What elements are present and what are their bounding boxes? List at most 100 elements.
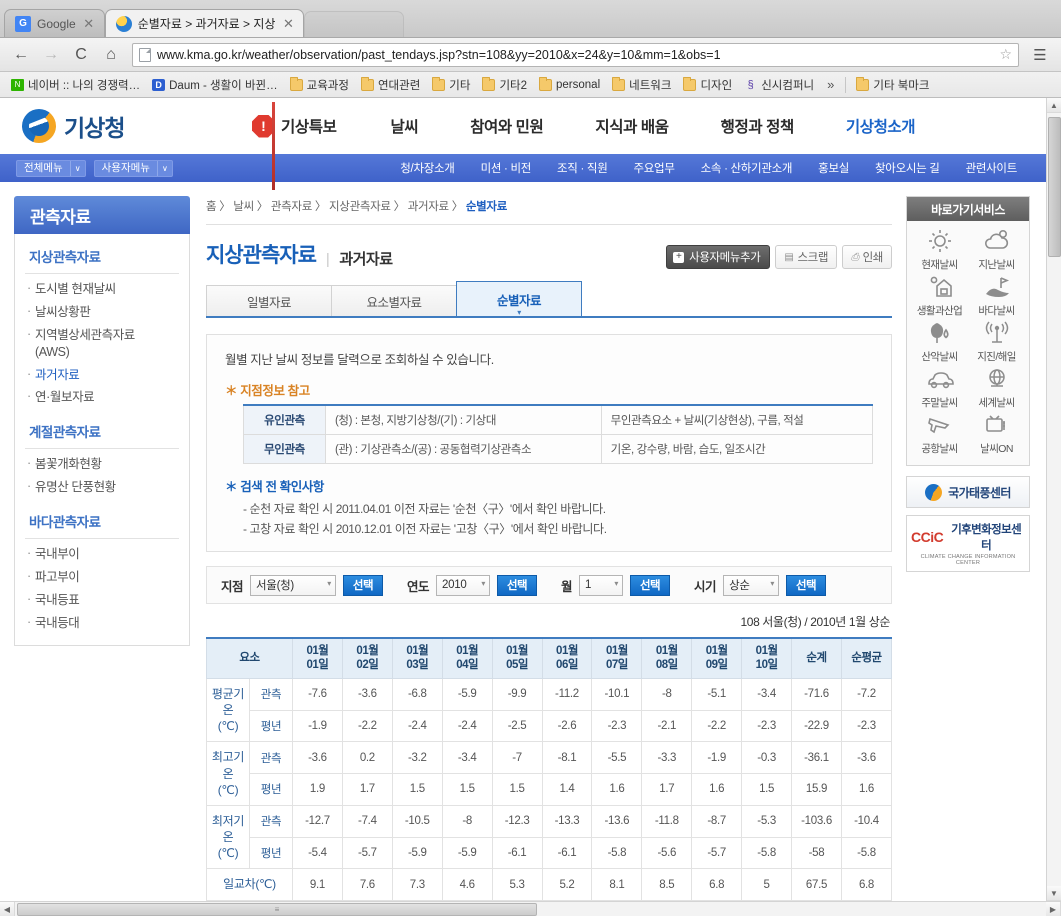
bookmark-item[interactable]: 기타2 xyxy=(477,75,532,95)
bookmark-item[interactable]: 교육과정 xyxy=(285,75,354,95)
scrap-button[interactable]: ▤ 스크랩 xyxy=(775,245,838,269)
shortcut-earthquake-tsunami[interactable]: 지진/해일 xyxy=(968,320,1025,364)
bookmark-star-icon[interactable]: ☆ xyxy=(999,46,1012,63)
sidebar-item-weather-board[interactable]: 날씨상황판 xyxy=(15,301,189,324)
bookmark-item[interactable]: personal xyxy=(534,76,605,93)
subnav-item-commissioner[interactable]: 청/차장소개 xyxy=(387,160,467,176)
new-tab-button[interactable] xyxy=(304,11,405,37)
shortcut-weekend-weather[interactable]: 주말날씨 xyxy=(911,366,968,410)
subnav-item-organization[interactable]: 조직 · 직원 xyxy=(544,160,620,176)
tab-element-data[interactable]: 요소별자료 xyxy=(331,285,457,316)
sidebar-item-annual-monthly[interactable]: 연·월보자료 xyxy=(15,386,189,409)
site-logo[interactable]: 기상청 xyxy=(22,109,252,143)
tab-ten-day-data[interactable]: 순별자료 xyxy=(456,281,582,316)
subnav-item-related-sites[interactable]: 관련사이트 xyxy=(953,160,1030,176)
banner-typhoon-center[interactable]: 국가태풍센터 xyxy=(906,476,1030,508)
month-select[interactable]: 1 xyxy=(579,574,624,596)
browser-tab-google[interactable]: G Google ✕ xyxy=(4,9,105,37)
sidebar-item-spring-blossom[interactable]: 봄꽃개화현황 xyxy=(15,453,189,476)
browser-tab-kma[interactable]: 순별자료 > 과거자료 > 지상 ✕ xyxy=(104,9,305,37)
bookmark-item[interactable]: § 신시컴퍼니 xyxy=(739,75,819,95)
reload-icon[interactable]: C xyxy=(68,42,94,68)
subnav-item-mission[interactable]: 미션 · 비전 xyxy=(468,160,544,176)
chrome-menu-icon[interactable]: ☰ xyxy=(1027,42,1053,68)
bookmark-item[interactable]: 기타 xyxy=(427,75,475,95)
scroll-thumb[interactable]: ≡ xyxy=(17,902,537,916)
nav-item-knowledge[interactable]: 지식과 배움 xyxy=(569,115,694,137)
nav-item-about[interactable]: 기상청소개 xyxy=(820,115,941,137)
scroll-down-icon[interactable]: ▼ xyxy=(1046,886,1061,901)
bookmark-item[interactable]: N 네이버 :: 나의 경쟁력… xyxy=(6,75,145,95)
period-select[interactable]: 상순 xyxy=(723,574,780,596)
bookmark-item[interactable]: 디자인 xyxy=(678,75,737,95)
station-select-button[interactable]: 선택 xyxy=(343,574,384,596)
scroll-thumb[interactable] xyxy=(1047,117,1061,257)
sidebar-item-domestic-buoy[interactable]: 국내부이 xyxy=(15,543,189,566)
address-bar[interactable]: www.kma.go.kr/weather/observation/past_t… xyxy=(132,42,1019,67)
banner-ccic[interactable]: CCiC 기후변화정보센터 CLIMATE CHANGE INFORMATION… xyxy=(906,515,1030,572)
breadcrumb-item-past[interactable]: 과거자료 xyxy=(408,201,449,213)
tab-daily-data[interactable]: 일별자료 xyxy=(206,285,332,316)
month-select-button[interactable]: 선택 xyxy=(630,574,671,596)
shortcut-world-weather[interactable]: 세계날씨 xyxy=(968,366,1025,410)
scroll-right-icon[interactable]: ▶ xyxy=(1046,901,1061,916)
subnav-item-affiliates[interactable]: 소속 · 산하기관소개 xyxy=(688,160,806,176)
subnav-item-pr[interactable]: 홍보실 xyxy=(805,160,862,176)
sidebar-item-wave-buoy[interactable]: 파고부이 xyxy=(15,566,189,589)
breadcrumb-item-observation[interactable]: 관측자료 xyxy=(271,201,312,213)
shortcut-marine-weather[interactable]: 바다날씨 xyxy=(968,274,1025,318)
shortcut-airport-weather[interactable]: 공항날씨 xyxy=(911,412,968,456)
bookmark-item[interactable]: 연대관련 xyxy=(356,75,425,95)
add-user-menu-button[interactable]: + 사용자메뉴추가 xyxy=(666,245,771,269)
sidebar-item-autumn-foliage[interactable]: 유명산 단풍현황 xyxy=(15,476,189,499)
chevron-down-icon[interactable]: ∨ xyxy=(158,161,172,176)
subnav-item-duties[interactable]: 주요업무 xyxy=(620,160,687,176)
nav-item-weather[interactable]: 날씨 xyxy=(364,115,444,137)
breadcrumb-item-home[interactable]: 홈 xyxy=(206,201,217,213)
bookmark-item[interactable]: 네트워크 xyxy=(607,75,676,95)
station-select[interactable]: 서울(청) xyxy=(250,574,337,596)
subnav-item-directions[interactable]: 찾아오시는 길 xyxy=(862,160,953,176)
shortcut-mountain-weather[interactable]: 산악날씨 xyxy=(911,320,968,364)
nav-item-weather-alert[interactable]: ! 기상특보 xyxy=(252,114,337,138)
period-select-button[interactable]: 선택 xyxy=(786,574,827,596)
back-icon[interactable]: ← xyxy=(8,42,34,68)
sidebar-item-city-weather[interactable]: 도시별 현재날씨 xyxy=(15,278,189,301)
forward-icon[interactable]: → xyxy=(38,42,64,68)
nav-item-participation[interactable]: 참여와 민원 xyxy=(444,115,569,137)
nav-item-policy[interactable]: 행정과 정책 xyxy=(695,115,820,137)
shortcut-life-industry[interactable]: 생활과산업 xyxy=(911,274,968,318)
all-menu-button[interactable]: 전체메뉴 ∨ xyxy=(16,159,86,177)
shortcut-past-weather[interactable]: 지난날씨 xyxy=(968,228,1025,272)
breadcrumb-item-surface[interactable]: 지상관측자료 xyxy=(329,201,391,213)
chevron-down-icon[interactable]: ∨ xyxy=(71,161,85,176)
sidebar-item-lighthouse[interactable]: 국내등대 xyxy=(15,612,189,635)
scroll-track[interactable]: ≡ xyxy=(15,901,1046,916)
house-sun-icon xyxy=(930,276,952,297)
sidebar-item-aws[interactable]: 지역별상세관측자료 (AWS) xyxy=(15,324,189,364)
vertical-scrollbar[interactable]: ▲ ▼ xyxy=(1046,98,1061,901)
shortcut-current-weather[interactable]: 현재날씨 xyxy=(911,228,968,272)
close-icon[interactable]: ✕ xyxy=(82,17,96,31)
seismic-antenna-icon xyxy=(985,321,1008,343)
bookmarks-overflow-icon[interactable]: » xyxy=(821,77,840,92)
bookmark-item[interactable]: D Daum - 생활이 바뀐… xyxy=(147,75,283,95)
print-button[interactable]: ⎙ 인쇄 xyxy=(842,245,892,269)
user-menu-button[interactable]: 사용자메뉴 ∨ xyxy=(93,159,173,177)
year-select-button[interactable]: 선택 xyxy=(497,574,538,596)
url-text: www.kma.go.kr/weather/observation/past_t… xyxy=(157,47,721,62)
close-icon[interactable]: ✕ xyxy=(281,17,295,31)
sidebar-item-past-data[interactable]: 과거자료 xyxy=(15,364,189,387)
cell: -5.9 xyxy=(391,837,443,870)
sub-nav: 전체메뉴 ∨ 사용자메뉴 ∨ 청/차장소개 미션 · 비전 조직 · 직원 주요… xyxy=(0,102,1046,190)
sidebar-item-light-beacon[interactable]: 국내등표 xyxy=(15,589,189,612)
breadcrumb-item-weather[interactable]: 날씨 xyxy=(233,201,254,213)
scroll-left-icon[interactable]: ◀ xyxy=(0,901,15,916)
scroll-track[interactable] xyxy=(1046,113,1061,886)
other-bookmarks-button[interactable]: 기타 북마크 xyxy=(851,75,934,95)
home-icon[interactable]: ⌂ xyxy=(98,42,124,68)
shortcut-weather-on[interactable]: 날씨ON xyxy=(968,412,1025,456)
horizontal-scrollbar[interactable]: ◀ ≡ ▶ xyxy=(0,901,1061,916)
year-select[interactable]: 2010 xyxy=(436,574,491,596)
scroll-up-icon[interactable]: ▲ xyxy=(1046,98,1061,113)
